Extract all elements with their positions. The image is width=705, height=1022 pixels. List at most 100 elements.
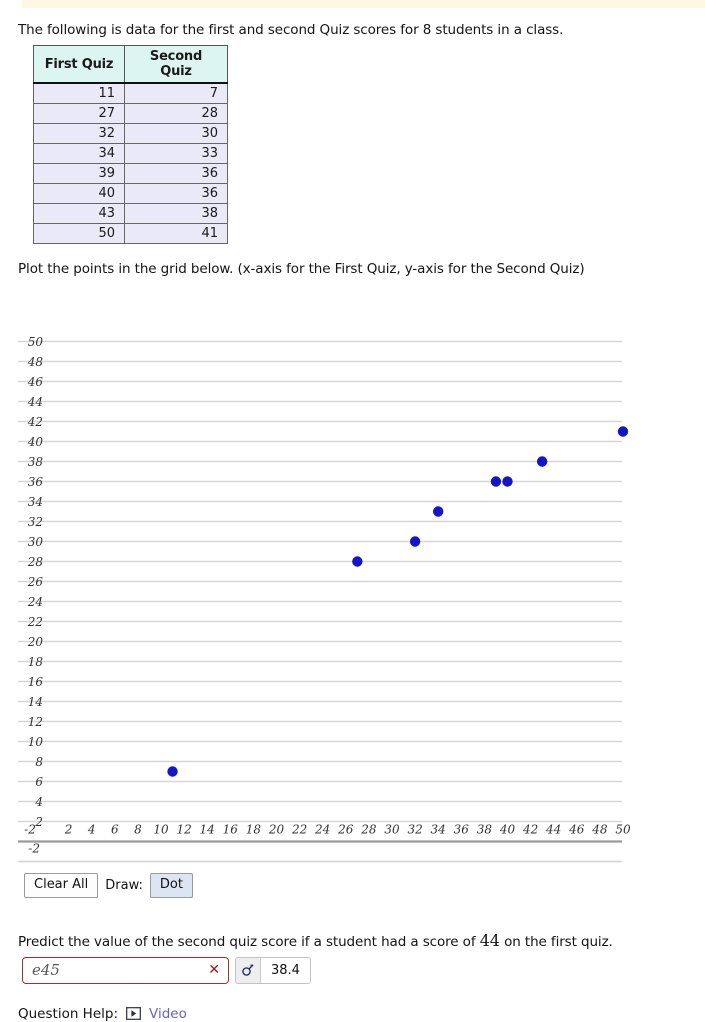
x-axis-tick-label: 8 (134, 823, 142, 837)
x-axis-tick-label: 18 (246, 823, 262, 837)
y-axis-tick-label: 14 (28, 695, 43, 709)
draw-mode-label: Draw: (105, 877, 143, 893)
drawing-toolbar: Clear All Draw: Dot (24, 873, 705, 898)
top-banner-strip (22, 0, 705, 8)
x-axis-tick-label: 32 (407, 823, 422, 837)
cell-first-quiz: 39 (33, 163, 125, 184)
y-axis-tick-label: 44 (27, 395, 43, 409)
question-content: The following is data for the first and … (0, 8, 705, 1022)
cell-first-quiz: 32 (33, 123, 125, 144)
y-axis-tick-label: 6 (35, 775, 43, 789)
cell-second-quiz: 28 (124, 103, 228, 124)
y-axis-tick-label: 26 (27, 575, 44, 589)
answer-input[interactable]: e45 ✕ (22, 956, 229, 984)
y-axis-tick-label: 46 (27, 375, 44, 389)
x-axis-tick-label: 26 (337, 823, 354, 837)
y-axis-tick-label: 4 (34, 795, 43, 809)
y-axis-tick-label: 28 (27, 555, 44, 569)
x-axis-tick-label: 42 (522, 823, 538, 837)
x-axis-tick-label: 44 (545, 823, 561, 837)
x-axis-tick-label: 48 (591, 823, 608, 837)
table-row: 40 36 (33, 183, 228, 204)
cell-second-quiz: 36 (124, 163, 228, 184)
x-axis-tick-label: 28 (360, 823, 377, 837)
cell-second-quiz: 41 (124, 223, 228, 244)
plotted-point[interactable] (167, 766, 178, 777)
predict-score-value: 44 (479, 930, 500, 950)
y-axis-tick-label: 24 (27, 595, 43, 609)
math-preview-icon (236, 957, 261, 983)
y-axis-tick-label: 40 (27, 435, 44, 449)
question-help-label: Question Help: (18, 1005, 118, 1022)
x-axis-tick-label: 24 (314, 823, 330, 837)
table-row: 34 33 (33, 143, 228, 164)
y-axis-tick-label: 32 (28, 515, 43, 529)
table-row: 11 7 (33, 82, 228, 104)
x-axis-tick-label: 4 (87, 823, 96, 837)
graph-canvas[interactable]: 2468101214161820222426283032343638404244… (0, 279, 705, 864)
y-axis-tick-label: 22 (27, 615, 43, 629)
clear-input-icon[interactable]: ✕ (208, 963, 220, 977)
column-header-second-quiz: Second Quiz (124, 45, 228, 84)
predict-text-after: on the first quiz. (499, 933, 613, 950)
cell-second-quiz: 38 (124, 203, 228, 224)
table-row: 50 41 (33, 223, 228, 244)
x-axis-tick-label: 34 (431, 823, 446, 837)
x-axis-tick-label: 50 (615, 823, 631, 837)
play-video-icon[interactable] (126, 1007, 141, 1021)
x-axis-tick-label: 22 (291, 823, 307, 837)
y-axis-tick-label-negative: -2 (28, 842, 40, 856)
y-axis-tick-label: 10 (28, 735, 44, 749)
clear-all-button[interactable]: Clear All (24, 873, 99, 898)
table-row: 32 30 (33, 123, 228, 144)
y-axis-tick-label: 38 (28, 455, 44, 469)
cell-first-quiz: 34 (33, 143, 125, 164)
x-axis-tick-label: 46 (568, 823, 585, 837)
cell-second-quiz: 30 (124, 123, 228, 144)
cell-second-quiz: 33 (124, 143, 228, 164)
x-axis-tick-label: 12 (176, 823, 191, 837)
x-axis-tick-label: 38 (477, 823, 493, 837)
table-row: 27 28 (33, 103, 228, 124)
y-axis-tick-label: 12 (28, 715, 43, 729)
plotted-point[interactable] (617, 426, 629, 437)
y-axis-tick-label: 16 (28, 675, 44, 689)
plotted-point[interactable] (352, 556, 363, 567)
cell-first-quiz: 40 (33, 183, 125, 204)
x-axis-tick-label: 30 (384, 823, 400, 837)
y-axis-tick-label: 42 (27, 415, 43, 429)
scatter-plot-grid[interactable]: 2 4 6 8 10 12 14 16 18 20 22 24 26 28 30 32 34 36 38 40 42 44… (0, 279, 705, 864)
y-axis-tick-label: 50 (28, 335, 44, 349)
table-row: 39 36 (33, 163, 228, 184)
predict-text-before: Predict the value of the second quiz sco… (18, 933, 480, 950)
plotted-point[interactable] (490, 476, 502, 487)
y-axis-tick-label: 48 (27, 355, 44, 369)
x-axis-tick-label: 40 (499, 823, 516, 837)
answer-row: e45 ✕ 38.4 (22, 956, 705, 984)
x-axis-tick-label: 36 (454, 823, 470, 837)
cell-first-quiz: 43 (33, 203, 125, 224)
plotted-point[interactable] (502, 476, 513, 487)
x-axis-tick-label: 20 (268, 823, 285, 837)
cell-second-quiz: 36 (124, 183, 228, 204)
cell-first-quiz: 27 (33, 103, 125, 124)
answer-preview-value: 38.4 (271, 962, 300, 978)
plot-instruction-text: Plot the points in the grid below. (x-ax… (18, 261, 585, 277)
x-axis-tick-label: 6 (111, 823, 119, 837)
x-axis-tick-label: 16 (223, 823, 239, 837)
y-axis-tick-label: 30 (28, 535, 44, 549)
predict-question-text: Predict the value of the second quiz sco… (18, 931, 705, 950)
plotted-point[interactable] (433, 506, 444, 517)
cell-first-quiz: 11 (33, 82, 125, 104)
draw-dot-button[interactable]: Dot (149, 873, 193, 898)
plotted-point[interactable] (536, 456, 548, 467)
x-axis-tick-label: 2 (64, 823, 73, 837)
cell-first-quiz: 50 (33, 223, 125, 244)
y-axis-tick-label: 18 (28, 655, 44, 669)
y-axis-tick-label: 34 (28, 495, 43, 509)
answer-input-value: e45 (32, 961, 60, 980)
plotted-point[interactable] (409, 536, 421, 547)
video-help-link[interactable]: Video (149, 1006, 187, 1022)
cell-second-quiz: 7 (124, 82, 228, 104)
table-row: 43 38 (33, 203, 228, 224)
